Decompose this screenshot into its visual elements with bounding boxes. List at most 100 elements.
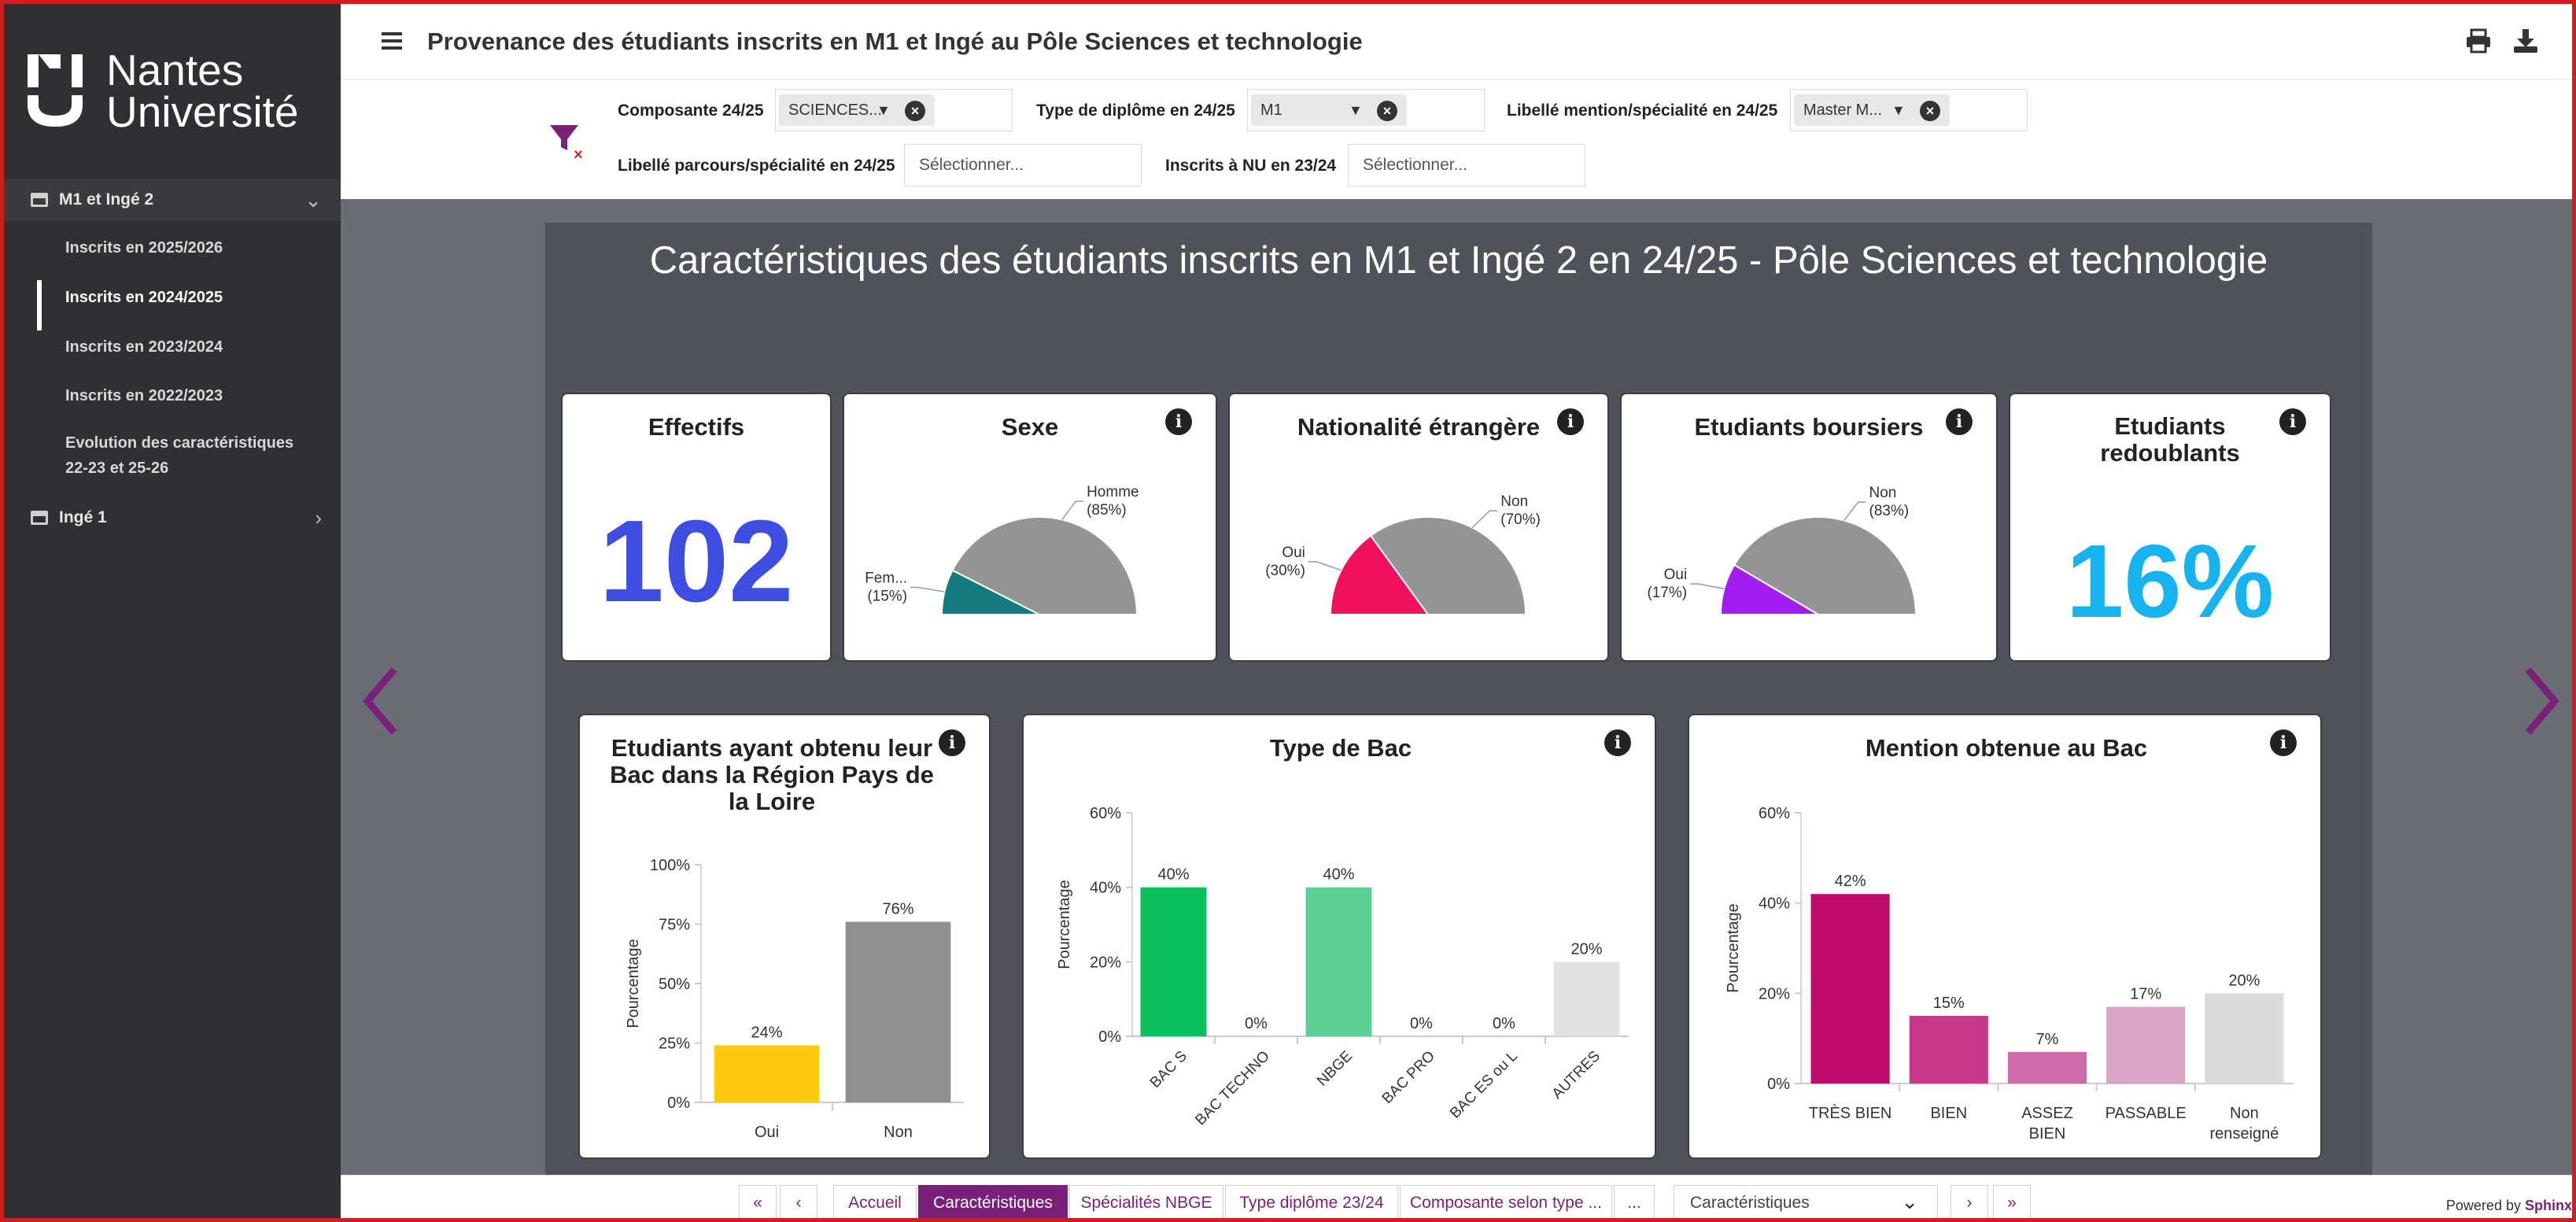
app-window: Nantes Université M1 et Ingé 2 ⌄ Inscrit… <box>0 0 2576 1222</box>
filter-mention-label: Libellé mention/spécialité en 24/25 <box>1507 102 1778 120</box>
pie-leader-line <box>1061 500 1084 520</box>
filter-inscrits-select[interactable]: Sélectionner... <box>1348 144 1585 186</box>
bar <box>1909 1016 1988 1084</box>
sidebar-group-m1-inge2[interactable]: M1 et Ingé 2 ⌄ <box>4 179 341 221</box>
download-icon[interactable] <box>2512 28 2539 54</box>
y-tick-label: 60% <box>1090 805 1121 822</box>
bar <box>2106 1006 2186 1084</box>
clear-icon[interactable]: × <box>1377 101 1397 121</box>
pie-label: Oui <box>1282 545 1305 561</box>
bar-value-label: 15% <box>1933 995 1965 1012</box>
filter-chip-value: M1 <box>1260 102 1282 119</box>
y-tick-label: 50% <box>659 976 690 993</box>
y-axis-label: Pourcentage <box>1725 903 1742 992</box>
bar-value-label: 7% <box>2036 1031 2059 1048</box>
bar-value-label: 17% <box>2130 986 2161 1003</box>
sidebar-item-2023-2024[interactable]: Inscrits en 2023/2024 <box>4 334 341 360</box>
caret-down-icon[interactable]: ▼ <box>877 94 891 126</box>
pie-percent: (30%) <box>1265 563 1305 579</box>
active-indicator <box>37 280 42 330</box>
sidebar-group-label: Ingé 1 <box>59 508 107 526</box>
chevron-left-icon[interactable] <box>358 662 405 740</box>
powered-by[interactable]: Powered by Sphinx <box>2446 1198 2572 1214</box>
y-tick-label: 20% <box>1090 954 1121 971</box>
last-page-button[interactable]: » <box>1993 1185 2031 1218</box>
bar-value-label: 0% <box>1410 1015 1433 1032</box>
bar-value-label: 40% <box>1323 866 1354 884</box>
filter-composante-label: Composante 24/25 <box>618 102 764 120</box>
tab-accueil[interactable]: Accueil <box>833 1185 917 1218</box>
caret-down-icon[interactable]: ▼ <box>1349 94 1363 126</box>
menu-icon[interactable] <box>382 32 402 50</box>
logo-line1: Nantes <box>106 46 244 94</box>
clear-icon[interactable]: × <box>1920 101 1940 121</box>
x-tick-label: BIEN <box>1930 1105 1967 1122</box>
tab-caracteristiques[interactable]: Caractéristiques <box>918 1185 1068 1218</box>
page-select[interactable]: Caractéristiques ⌄ <box>1674 1185 1938 1218</box>
bar-value-label: 24% <box>751 1024 782 1042</box>
first-page-button[interactable]: « <box>739 1185 777 1218</box>
next-page-button[interactable]: › <box>1950 1185 1988 1218</box>
prev-page-button[interactable]: ‹ <box>780 1185 817 1218</box>
print-icon[interactable] <box>2465 28 2492 54</box>
pie-leader-line <box>910 586 945 593</box>
filter-chip[interactable]: Master M... ▼ × <box>1794 94 1950 126</box>
chart-sexe: Fem... (15%) Homme (85%) <box>865 484 1139 615</box>
filter-placeholder: Sélectionner... <box>1363 156 1468 174</box>
card-title: Effectifs <box>648 413 745 441</box>
chart-mention-bac: Mention obtenue au Bac 0% 20% 40% 60% Pourcen… <box>1725 734 2294 1143</box>
filter-chip-value: SCIENCES... <box>788 102 882 119</box>
tab-composante[interactable]: Composante selon type ... <box>1400 1185 1612 1218</box>
filter-type-diplome-select[interactable]: M1 ▼ × <box>1247 89 1485 131</box>
caret-down-icon[interactable]: ▼ <box>1891 94 1906 126</box>
sidebar: Nantes Université M1 et Ingé 2 ⌄ Inscrit… <box>4 4 341 1218</box>
filter-chip[interactable]: SCIENCES... ▼ × <box>779 94 935 126</box>
clear-filters-icon[interactable]: × <box>548 124 586 161</box>
sidebar-item-2022-2023[interactable]: Inscrits en 2022/2023 <box>4 383 341 408</box>
chart-title: Etudiants ayant obtenu leur <box>611 734 932 762</box>
y-tick-label: 20% <box>1759 985 1790 1002</box>
x-tick-label: ASSEZ <box>2021 1105 2073 1122</box>
filter-parcours-select[interactable]: Sélectionner... <box>904 144 1142 186</box>
chart-title: Type de Bac <box>1270 734 1412 762</box>
sidebar-item-2024-2025[interactable]: Inscrits en 2024/2025 <box>4 280 341 330</box>
pie-label: Non <box>1500 493 1528 510</box>
filter-mention-select[interactable]: Master M... ▼ × <box>1790 89 2028 131</box>
pie-percent: (70%) <box>1500 511 1541 528</box>
pie-leader-line <box>1843 501 1866 521</box>
kpi-value: 102 <box>599 497 794 626</box>
tab-specialites-nbge[interactable]: Spécialités NBGE <box>1069 1185 1223 1218</box>
sidebar-item-label: Inscrits en 2025/2026 <box>65 239 223 257</box>
powered-prefix: Powered by <box>2445 1198 2521 1213</box>
sidebar-item-evolution[interactable]: Evolution des caractéristiques 22-23 et … <box>4 430 341 481</box>
x-tick-label: AUTRES <box>1549 1048 1604 1102</box>
bar-value-label: 20% <box>1570 940 1602 958</box>
clear-icon[interactable]: × <box>905 101 925 121</box>
sidebar-group-inge1[interactable]: Ingé 1 › <box>4 497 341 539</box>
folder-icon <box>31 193 48 207</box>
y-axis-label: Pourcentage <box>625 939 642 1028</box>
chevron-right-icon: › <box>315 505 322 530</box>
card-mention-bac: i Mention obtenue au Bac 0% 20% 40% 60% Pourc… <box>1688 714 2322 1159</box>
tab-type-diplome[interactable]: Type diplôme 23/24 <box>1225 1185 1398 1218</box>
info-icon[interactable]: i <box>2279 408 2306 435</box>
bar <box>1810 894 1890 1084</box>
pie-percent: (15%) <box>867 588 907 604</box>
sidebar-item-2025-2026[interactable]: Inscrits en 2025/2026 <box>4 235 341 260</box>
x-tick-label: BAC PRO <box>1379 1048 1438 1107</box>
x-tick-label: renseigné <box>2209 1125 2279 1143</box>
nantes-universite-logo[interactable]: Nantes Université <box>28 46 327 136</box>
bar-value-label: 0% <box>1493 1015 1515 1032</box>
y-tick-label: 25% <box>659 1036 690 1053</box>
pie-label: Oui <box>1664 567 1688 583</box>
tab-more[interactable]: ... <box>1614 1185 1655 1218</box>
chevron-right-icon[interactable] <box>2517 662 2564 740</box>
logo-mark-icon <box>28 54 83 127</box>
card-sexe: Sexe i Fem... (15%) Homme (85%) <box>843 393 1217 662</box>
filter-composante-select[interactable]: SCIENCES... ▼ × <box>775 89 1013 131</box>
filter-chip[interactable]: M1 ▼ × <box>1251 94 1407 126</box>
filter-placeholder: Sélectionner... <box>919 156 1024 174</box>
sidebar-item-label: Inscrits en 2024/2025 <box>65 289 223 306</box>
bar-value-label: 40% <box>1157 866 1189 884</box>
y-tick-label: 75% <box>659 917 690 934</box>
